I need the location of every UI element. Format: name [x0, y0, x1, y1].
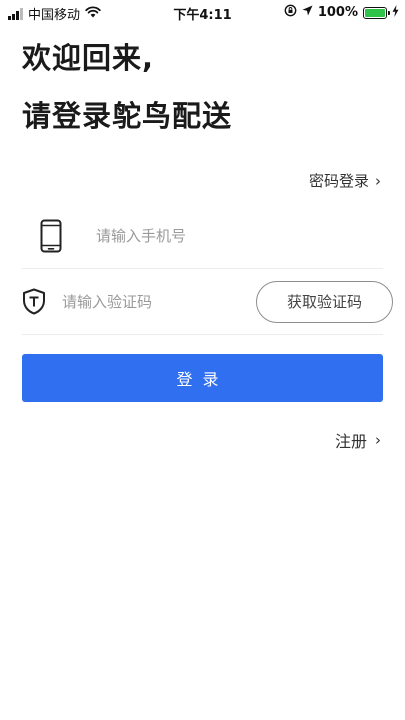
get-code-button[interactable]: 获取验证码	[256, 280, 393, 323]
status-right: 100%	[284, 4, 399, 21]
code-row: 获取验证码	[22, 269, 393, 335]
phone-icon	[22, 219, 80, 253]
register-link[interactable]: 注册 ›	[335, 428, 381, 452]
chevron-right-icon: ›	[375, 171, 381, 190]
phone-input[interactable]	[80, 215, 383, 256]
location-arrow-icon	[302, 5, 313, 20]
status-bar: 中国移动 下午4:11 100%	[0, 0, 405, 24]
login-screen: 中国移动 下午4:11 100% 欢迎回来, 请登录鸵鸟配送 密码登录 › 请输…	[0, 0, 405, 720]
welcome-title: 欢迎回来,	[22, 41, 155, 75]
shield-icon	[22, 288, 46, 315]
password-login-link[interactable]: 密码登录 ›	[309, 170, 381, 191]
orientation-lock-icon	[284, 4, 297, 21]
login-button[interactable]: 登录	[22, 354, 383, 402]
code-input[interactable]	[46, 281, 256, 322]
battery-icon	[363, 6, 390, 19]
register-label: 注册	[334, 432, 367, 451]
phone-row	[22, 203, 383, 269]
battery-percent: 100%	[317, 5, 358, 20]
charging-bolt-icon	[392, 4, 399, 21]
chevron-right-icon: ›	[375, 431, 381, 449]
welcome-subtitle: 请登录鸵鸟配送	[22, 99, 233, 133]
password-login-label: 密码登录	[308, 172, 369, 190]
